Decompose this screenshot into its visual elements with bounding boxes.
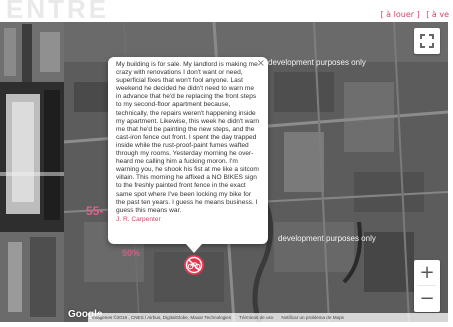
author-link[interactable]: J. R. Carpenter [116,216,260,224]
map-label: 55- [86,204,104,218]
page: ENTRE [ à louer ] [ à ve development pur… [0,0,453,327]
zoom-out-button[interactable]: − [414,286,440,311]
dev-watermark: development purposes only [268,58,366,67]
photo-collage [0,22,64,322]
top-nav: [ à louer ] [ à ve [377,10,449,19]
map-attribution: Imágenes ©2019 , CNES / Airbus, DigitalG… [88,313,448,322]
map-label: 50% [122,248,141,258]
fullscreen-button[interactable] [414,28,440,54]
terms-link[interactable]: Términos de uso [239,315,273,320]
fullscreen-icon [420,34,434,48]
info-window: × My building is for sale. My landlord i… [108,57,268,244]
close-icon[interactable]: × [257,58,265,69]
no-bikes-icon [184,255,204,275]
map-marker[interactable] [183,254,205,276]
story-text: My building is for sale. My landlord is … [116,61,260,214]
nav-link-a-louer[interactable]: [ à louer ] [381,10,420,19]
zoom-control: + − [414,260,440,312]
dev-watermark: development purposes only [278,234,376,243]
nav-link-a-vendre[interactable]: [ à ve [426,10,449,19]
report-link[interactable]: Notificar un problema de Maps [281,315,344,320]
zoom-in-button[interactable]: + [414,260,440,285]
info-window-tail [186,244,202,253]
imagery-credit: Imágenes ©2019 , CNES / Airbus, DigitalG… [92,315,232,320]
